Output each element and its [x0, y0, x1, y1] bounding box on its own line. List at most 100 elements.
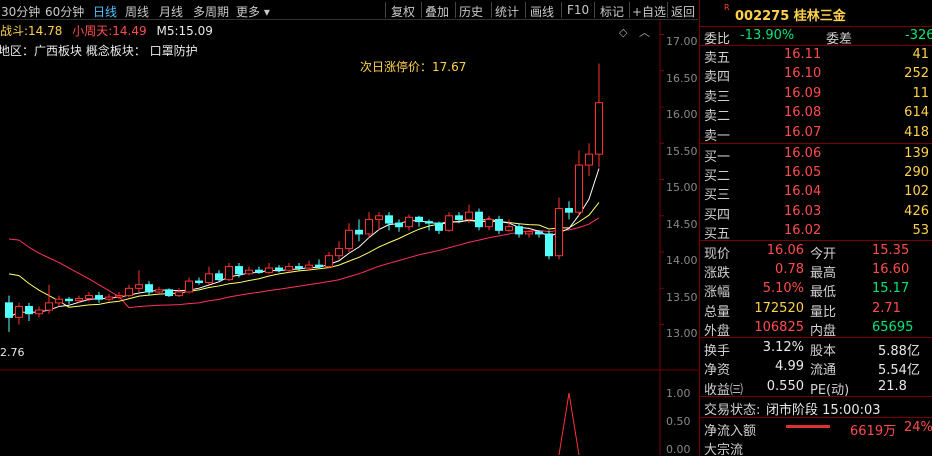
fuquan-button[interactable]: 复权	[391, 3, 415, 20]
y-tick: 14.50	[666, 218, 698, 231]
candle-body	[475, 211, 483, 228]
add-watchlist-button[interactable]: +自选	[632, 3, 666, 20]
block-trade-row: 大宗流	[700, 438, 932, 455]
block-trade-label: 大宗流	[704, 443, 744, 455]
candle-body	[325, 255, 333, 268]
fin-label: 股本	[810, 344, 837, 359]
bid-volume: 290	[904, 165, 929, 181]
candle-body	[335, 247, 343, 257]
trade-status-value: 闭市阶段 15:00:03	[766, 403, 881, 418]
y-tick: 16.00	[666, 108, 698, 121]
stock-code-name[interactable]: 002275 桂林三金	[735, 5, 846, 24]
fin-value: 3.12%	[762, 340, 804, 355]
indicator-readout: 战斗:14.78 小周天:14.49 M5:15.09	[0, 22, 213, 39]
candle-body	[135, 284, 143, 289]
f10-button[interactable]: F10	[567, 3, 589, 17]
candle-body	[255, 269, 263, 273]
fin-label: PE(动)	[810, 382, 850, 398]
kline-chart[interactable]: 战斗:14.78 小周天:14.49 M5:15.09 所属地区：广西板块 概念…	[0, 20, 698, 456]
candle-body	[295, 266, 303, 269]
stat-value: 172520	[754, 300, 804, 316]
small-weekday-name: 小周天:	[72, 24, 113, 38]
candle-body	[525, 231, 533, 235]
statistics-button[interactable]: 统计	[495, 3, 519, 20]
stat-value: 16.06	[766, 243, 804, 258]
fin-label: 流通	[810, 363, 837, 379]
bid-label: 买二	[704, 169, 731, 185]
draw-line-button[interactable]: 画线	[530, 3, 554, 20]
candle-body	[145, 284, 153, 293]
stat-label: 内盘	[810, 323, 837, 339]
stat-value: 2.71	[872, 300, 901, 316]
tab-daily[interactable]: 日线	[93, 3, 117, 20]
candle-body	[195, 280, 203, 284]
candle-body	[585, 153, 593, 166]
stat-label: 现价	[704, 247, 731, 262]
collapse-icon[interactable]: ︿	[639, 24, 650, 40]
fin-value: 5.54亿	[878, 363, 920, 379]
tab-60min[interactable]: 60分钟	[45, 3, 84, 20]
candle-body	[425, 221, 433, 224]
candle-body	[515, 226, 523, 235]
bid-price: 16.06	[784, 146, 822, 161]
ask-price: 16.10	[784, 66, 822, 82]
candle-body	[315, 264, 323, 268]
tab-multi-period[interactable]: 多周期	[193, 3, 229, 20]
mark-button[interactable]: 标记	[600, 3, 624, 20]
divider	[385, 2, 386, 18]
bid-volume: 102	[904, 184, 929, 200]
vol-tick: 0.50	[666, 415, 691, 428]
divider	[455, 2, 456, 18]
ma5-value: 15.09	[178, 24, 213, 38]
r-badge: R	[724, 3, 730, 12]
stat-row: 涨跌 0.78 最高 16.60	[700, 261, 932, 281]
tab-more[interactable]: 更多 ▾	[236, 3, 270, 20]
ask-volume: 41	[912, 47, 929, 62]
ask-label: 卖一	[704, 128, 731, 144]
candle-body	[435, 222, 443, 231]
candle-body	[405, 216, 413, 228]
candle-body	[385, 215, 393, 224]
bid-row: 买五 16.02 53	[700, 222, 932, 242]
stat-row: 涨幅 5.10% 最低 15.17	[700, 280, 932, 300]
tab-weekly[interactable]: 周线	[125, 3, 149, 20]
ma5-line	[8, 168, 600, 318]
candle-body	[125, 287, 133, 297]
bid-row: 买一 16.06 139	[700, 145, 932, 165]
volume-indicator-line	[558, 392, 580, 455]
ask-volume: 252	[904, 66, 929, 82]
tab-30min[interactable]: 30分钟	[1, 3, 40, 20]
overlay-button[interactable]: 叠加	[425, 3, 449, 20]
stat-value: 106825	[754, 319, 804, 335]
ask-price: 16.07	[784, 124, 822, 140]
trade-status-row: 交易状态: 闭市阶段 15:00:03	[700, 398, 932, 418]
ask-label: 卖三	[704, 89, 731, 105]
candle-body	[265, 267, 273, 273]
fin-label: 收益㈢	[704, 382, 744, 398]
stat-row: 现价 16.06 今开 15.35	[700, 242, 932, 262]
ask-row: 卖一 16.07 418	[700, 124, 932, 144]
ask-label: 卖四	[704, 70, 731, 86]
low-price-label: 2.76	[0, 346, 25, 359]
candle-body	[205, 273, 213, 284]
history-button[interactable]: 历史	[459, 3, 483, 20]
divider	[700, 240, 932, 241]
tab-monthly[interactable]: 月线	[159, 3, 183, 20]
y-tick: 15.00	[666, 181, 698, 194]
diamond-icon[interactable]: ◇	[619, 26, 627, 39]
y-tick: 13.50	[666, 291, 698, 304]
chevron-down-icon: ▾	[263, 5, 270, 19]
fin-value: 21.8	[878, 378, 907, 394]
candle-body	[5, 302, 13, 318]
back-button[interactable]: 返回	[671, 3, 695, 20]
candle-body	[175, 291, 183, 297]
net-inflow-value: 6619万	[850, 424, 897, 439]
candle-body	[535, 231, 543, 235]
y-tick: 17.00	[666, 35, 698, 48]
net-inflow-bar	[786, 425, 830, 428]
ask-row: 卖四 16.10 252	[700, 65, 932, 86]
candlestick-svg	[0, 20, 698, 455]
candle-body	[485, 218, 493, 228]
ask-price: 16.08	[784, 105, 822, 121]
ask-volume: 11	[912, 85, 929, 101]
